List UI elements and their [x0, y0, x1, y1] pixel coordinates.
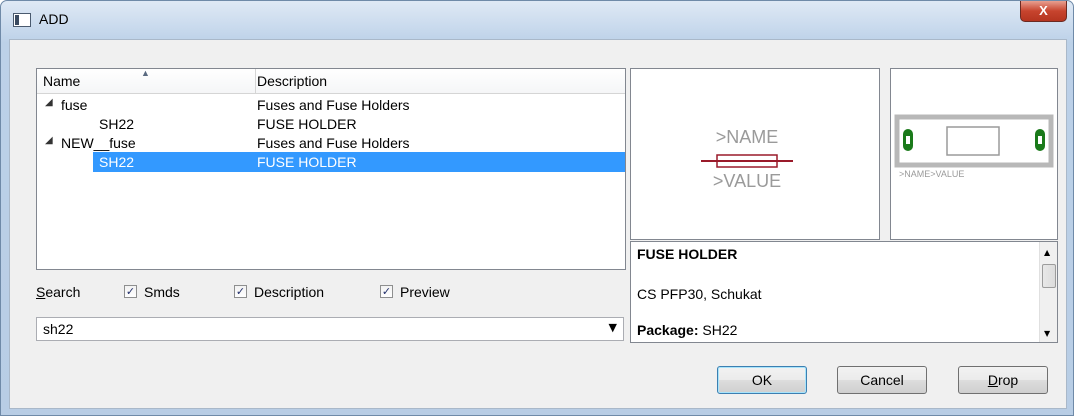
package-outline — [894, 114, 1054, 168]
info-title: FUSE HOLDER — [637, 246, 738, 262]
scroll-down-arrow-icon[interactable]: ▼ — [1044, 329, 1050, 338]
description-checkbox[interactable]: ✓ — [234, 285, 247, 298]
title-bar: ADD X — [1, 1, 1073, 39]
tree-row-sh22-selected[interactable]: SH22 FUSE HOLDER — [37, 152, 625, 172]
column-header-description[interactable]: Description — [257, 73, 327, 89]
package-drawing: >NAME>VALUE — [894, 114, 1054, 179]
info-package: Package: SH22 — [637, 322, 738, 338]
sort-ascending-icon: ▲ — [141, 68, 150, 78]
drop-button[interactable]: Drop — [958, 366, 1048, 394]
vertical-scrollbar[interactable]: ▲ ▼ — [1039, 242, 1057, 342]
selection-highlight — [93, 152, 625, 172]
collapse-triangle-icon[interactable]: ◢ — [45, 135, 53, 146]
symbol-value-text: >VALUE — [713, 171, 781, 191]
close-button[interactable]: X — [1020, 1, 1067, 22]
symbol-preview: >NAME >VALUE — [630, 68, 880, 240]
add-dialog: ADD X Name ▲ Description ◢ fuse Fuses an… — [0, 0, 1074, 416]
dialog-body: Name ▲ Description ◢ fuse Fuses and Fuse… — [9, 39, 1067, 409]
info-subtitle: CS PFP30, Schukat — [637, 286, 762, 302]
cancel-button[interactable]: Cancel — [837, 366, 927, 394]
scroll-up-arrow-icon[interactable]: ▲ — [1044, 248, 1050, 257]
search-label: Search — [36, 284, 81, 300]
tree-row-sh22[interactable]: SH22 FUSE HOLDER — [37, 114, 625, 134]
pad-right-hole — [1038, 136, 1042, 144]
pad-left-hole — [906, 136, 910, 144]
symbol-name-text: >NAME — [716, 127, 779, 147]
dropdown-arrow-icon[interactable]: ▼ — [609, 321, 617, 334]
window-title: ADD — [39, 11, 69, 27]
search-input[interactable]: sh22 — [43, 321, 73, 337]
tree-row-new-fuse[interactable]: ◢ NEW__fuse Fuses and Fuse Holders — [37, 133, 625, 153]
description-label[interactable]: Description — [254, 284, 324, 300]
preview-checkbox[interactable]: ✓ — [380, 285, 393, 298]
search-combobox[interactable]: sh22 ▼ — [36, 317, 624, 341]
collapse-triangle-icon[interactable]: ◢ — [45, 97, 53, 108]
description-panel: FUSE HOLDER CS PFP30, Schukat Package: S… — [630, 241, 1058, 343]
tree-row-fuse[interactable]: ◢ fuse Fuses and Fuse Holders — [37, 95, 625, 115]
smds-label[interactable]: Smds — [144, 284, 180, 300]
column-header-name[interactable]: Name ▲ — [37, 68, 256, 93]
scroll-thumb[interactable] — [1042, 264, 1056, 288]
smds-checkbox[interactable]: ✓ — [124, 285, 137, 298]
preview-label[interactable]: Preview — [400, 284, 450, 300]
package-label-text: >NAME>VALUE — [899, 169, 964, 179]
ok-button[interactable]: OK — [717, 366, 807, 394]
package-body — [946, 126, 1000, 156]
tree-header: Name ▲ Description — [37, 68, 625, 94]
window-icon — [13, 13, 31, 27]
symbol-drawing: >NAME >VALUE — [701, 127, 793, 191]
package-preview: >NAME>VALUE — [890, 68, 1058, 240]
library-tree[interactable]: Name ▲ Description ◢ fuse Fuses and Fuse… — [36, 68, 626, 270]
